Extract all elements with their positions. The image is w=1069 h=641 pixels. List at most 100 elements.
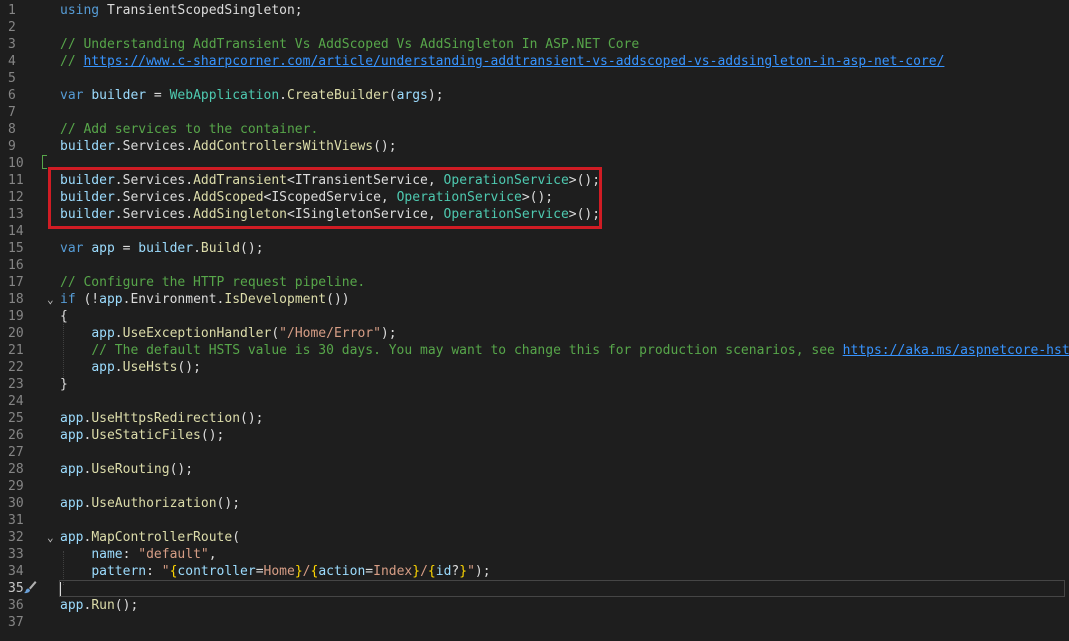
code-token: TransientScopedSingleton;	[99, 3, 303, 18]
code-line[interactable]: 25 app.UseHttpsRedirection();	[0, 410, 1069, 427]
code-token: ();	[177, 360, 201, 375]
code-line[interactable]: 34 pattern: "{controller=Home}/{action=I…	[0, 563, 1069, 580]
code-token: builder	[60, 173, 115, 188]
code-line[interactable]: 32 ⌄ app.MapControllerRoute(	[0, 529, 1069, 546]
code-line[interactable]: 5	[0, 70, 1069, 87]
code-token: }	[412, 564, 421, 579]
code-token: UseExceptionHandler	[122, 326, 272, 341]
code-token: AddSingleton	[193, 207, 287, 222]
code-line[interactable]: 24	[0, 393, 1069, 410]
code-text: // Understanding AddTransient Vs AddScop…	[60, 36, 639, 53]
code-token: "default"	[138, 547, 209, 562]
code-text: app.UseHttpsRedirection();	[60, 410, 264, 427]
code-token: UseAuthorization	[91, 496, 217, 511]
code-line[interactable]: 19 {	[0, 308, 1069, 325]
code-line[interactable]: 37	[0, 614, 1069, 631]
code-line[interactable]: 3 // Understanding AddTransient Vs AddSco…	[0, 36, 1069, 53]
code-line[interactable]: 29	[0, 478, 1069, 495]
code-text: }	[60, 376, 68, 393]
code-line[interactable]: 4 // https://www.c-sharpcorner.com/articl…	[0, 53, 1069, 70]
code-line[interactable]: 8 // Add services to the container.	[0, 121, 1069, 138]
code-line[interactable]: 2	[0, 19, 1069, 36]
code-token: =	[114, 241, 139, 256]
code-line[interactable]: 36 app.Run();	[0, 597, 1069, 614]
code-token: action	[318, 564, 366, 579]
code-line[interactable]: 23}	[0, 376, 1069, 393]
code-token: );	[427, 88, 444, 103]
code-text: var builder = WebApplication.CreateBuild…	[60, 87, 444, 104]
code-token: app	[60, 411, 84, 426]
code-line[interactable]: 22 app.UseHsts();	[0, 359, 1069, 376]
code-token: Build	[200, 241, 241, 256]
code-line[interactable]: 35	[0, 580, 1069, 597]
code-line[interactable]: 16	[0, 257, 1069, 274]
code-text: app.UseHsts();	[60, 359, 201, 376]
code-text: builder.Services.AddTransient<ITransient…	[60, 172, 600, 189]
line-number: 17	[8, 275, 24, 290]
code-text: app.UseAuthorization();	[60, 495, 240, 512]
code-line[interactable]: 21 // The default HSTS value is 30 days.…	[0, 342, 1069, 359]
code-text: builder.Services.AddSingleton<ISingleton…	[60, 206, 600, 223]
code-token: ,	[208, 547, 217, 562]
line-number: 16	[8, 258, 24, 273]
line-number: 28	[8, 462, 24, 477]
line-number: 34	[8, 564, 24, 579]
code-token: UseHttpsRedirection	[91, 411, 241, 426]
line-number: 36	[8, 598, 24, 613]
code-token: UseStaticFiles	[91, 428, 201, 443]
line-number: 4	[8, 54, 16, 69]
code-line[interactable]: 28 app.UseRouting();	[0, 461, 1069, 478]
code-token: UseRouting	[91, 462, 170, 477]
code-token: UseHsts	[122, 360, 178, 375]
chevron-down-icon[interactable]: ⌄	[47, 529, 59, 546]
line-number: 19	[8, 309, 24, 324]
code-token: (	[271, 326, 280, 341]
code-line[interactable]: 7	[0, 104, 1069, 121]
code-token: // Configure the HTTP request pipeline.	[60, 275, 366, 290]
code-token: app	[60, 598, 84, 613]
line-number: 30	[8, 496, 24, 511]
code-line[interactable]: 12 builder.Services.AddScoped<IScopedServ…	[0, 189, 1069, 206]
code-token: app	[60, 428, 84, 443]
line-number: 32	[8, 530, 24, 545]
code-line[interactable]: 33 name: "default",	[0, 546, 1069, 563]
code-line[interactable]: 15 var app = builder.Build();	[0, 240, 1069, 257]
code-line[interactable]: 20 app.UseExceptionHandler("/Home/Error"…	[0, 325, 1069, 342]
code-token: Index	[373, 564, 413, 579]
code-text: // Configure the HTTP request pipeline.	[60, 274, 365, 291]
code-text: if (!app.Environment.IsDevelopment())	[60, 291, 350, 308]
code-token: <ITransientService,	[287, 173, 444, 188]
code-link[interactable]: https://aka.ms/aspnetcore-hsts	[843, 343, 1069, 358]
code-line[interactable]: 10	[0, 155, 1069, 172]
line-number: 31	[8, 513, 24, 528]
code-token: controller	[177, 564, 256, 579]
code-token: "/Home/Error"	[279, 326, 381, 341]
code-token: {	[60, 309, 68, 324]
code-link[interactable]: https://www.c-sharpcorner.com/article/un…	[83, 54, 944, 69]
code-text: app.UseStaticFiles();	[60, 427, 224, 444]
code-line[interactable]: 14	[0, 223, 1069, 240]
code-line[interactable]: 11 builder.Services.AddTransient<ITransie…	[0, 172, 1069, 189]
code-editor[interactable]: 1 using TransientScopedSingleton; 2 3// Und…	[0, 0, 1069, 641]
code-token: name	[91, 547, 123, 562]
code-line[interactable]: 17 // Configure the HTTP request pipeline…	[0, 274, 1069, 291]
code-line[interactable]: 27	[0, 444, 1069, 461]
chevron-down-icon[interactable]: ⌄	[47, 291, 59, 308]
code-token: ();	[240, 241, 264, 256]
code-token: >();	[568, 207, 601, 222]
code-line[interactable]: 31	[0, 512, 1069, 529]
code-token: CreateBuilder	[287, 88, 389, 103]
code-token: WebApplication	[169, 88, 280, 103]
code-line[interactable]: 6 var builder = WebApplication.CreateBuil…	[0, 87, 1069, 104]
code-token: var	[60, 241, 84, 256]
code-line[interactable]: 26 app.UseStaticFiles();	[0, 427, 1069, 444]
code-line[interactable]: 9 builder.Services.AddControllersWithView…	[0, 138, 1069, 155]
code-token: builder	[91, 88, 147, 103]
code-line[interactable]: 18 ⌄ if (!app.Environment.IsDevelopment())	[0, 291, 1069, 308]
code-line[interactable]: 30 app.UseAuthorization();	[0, 495, 1069, 512]
code-token: app	[60, 462, 84, 477]
code-line[interactable]: 1 using TransientScopedSingleton;	[0, 2, 1069, 19]
code-line[interactable]: 13 builder.Services.AddSingleton<ISinglet…	[0, 206, 1069, 223]
code-token: IsDevelopment	[224, 292, 327, 307]
